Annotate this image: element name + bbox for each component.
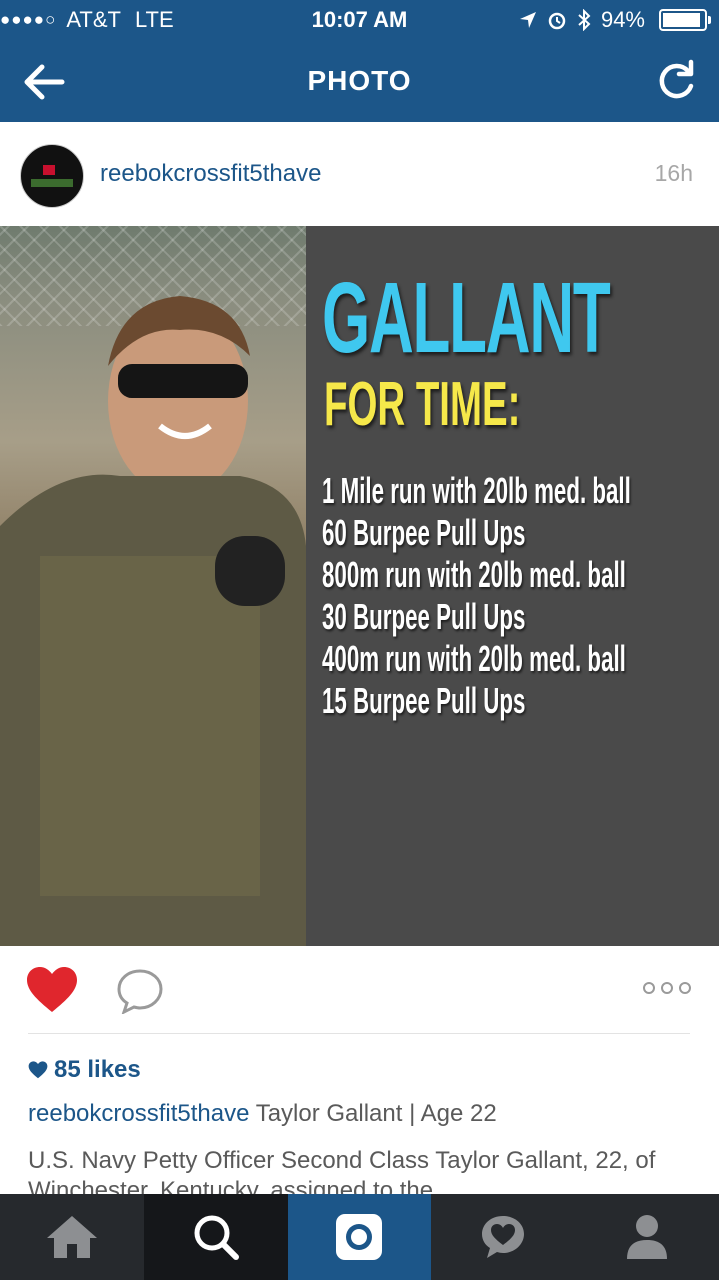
post-username[interactable]: reebokcrossfit5thave <box>100 160 321 188</box>
tab-camera[interactable] <box>287 1194 432 1280</box>
workout-line: 800m run with 20lb med. ball <box>322 554 626 595</box>
caption: reebokcrossfit5thave Taylor Gallant | Ag… <box>28 1100 497 1128</box>
post-image[interactable]: GALLANT FOR TIME: 1 Mile run with 20lb m… <box>0 226 719 946</box>
likes-heart-icon <box>28 1061 48 1079</box>
soldier-silhouette <box>0 296 306 946</box>
likes-label: 85 likes <box>54 1056 141 1083</box>
tab-profile[interactable] <box>575 1194 719 1280</box>
tab-search[interactable] <box>143 1194 288 1280</box>
page-title: PHOTO <box>307 65 412 96</box>
nav-bar: PHOTO <box>0 40 719 122</box>
profile-icon <box>627 1215 668 1259</box>
tab-home[interactable] <box>0 1194 144 1280</box>
caption-username[interactable]: reebokcrossfit5thave <box>28 1100 249 1127</box>
refresh-icon[interactable] <box>653 58 699 104</box>
like-heart-icon[interactable] <box>26 966 78 1014</box>
activity-icon <box>482 1216 525 1258</box>
status-right: 94% <box>519 7 711 33</box>
workout-line: 15 Burpee Pull Ups <box>322 680 526 721</box>
more-dot-icon <box>661 982 673 994</box>
post-actions <box>0 946 719 1034</box>
workout-line: 400m run with 20lb med. ball <box>322 638 626 679</box>
tab-activity[interactable] <box>431 1194 575 1280</box>
divider <box>28 1033 690 1034</box>
post-header: reebokcrossfit5thave 16h <box>0 122 719 226</box>
status-bar: ●●●●○ AT&T LTE 10:07 AM 94% <box>0 0 719 40</box>
workout-list: 1 Mile run with 20lb med. ball 60 Burpee… <box>322 470 706 722</box>
post-time: 16h <box>654 160 693 186</box>
battery-percent: 94% <box>600 7 645 32</box>
workout-title: GALLANT <box>322 262 611 374</box>
battery-icon <box>659 9 711 31</box>
likes-count[interactable]: 85 likes <box>28 1056 141 1084</box>
alarm-icon <box>548 12 566 30</box>
caption-text: Taylor Gallant | Age 22 <box>255 1100 497 1127</box>
location-icon <box>519 12 536 28</box>
home-icon <box>46 1216 97 1258</box>
tab-bar <box>0 1194 719 1280</box>
more-options-button[interactable] <box>643 982 691 996</box>
comment-icon[interactable] <box>116 968 164 1014</box>
search-icon <box>194 1215 239 1260</box>
avatar[interactable] <box>20 144 84 208</box>
camera-icon <box>336 1214 383 1260</box>
workout-line: 60 Burpee Pull Ups <box>322 512 526 553</box>
workout-subtitle: FOR TIME: <box>324 370 521 439</box>
workout-line: 30 Burpee Pull Ups <box>322 596 526 637</box>
more-dot-icon <box>679 982 691 994</box>
more-dot-icon <box>643 982 655 994</box>
workout-line: 1 Mile run with 20lb med. ball <box>322 470 631 511</box>
bluetooth-icon <box>578 9 591 31</box>
